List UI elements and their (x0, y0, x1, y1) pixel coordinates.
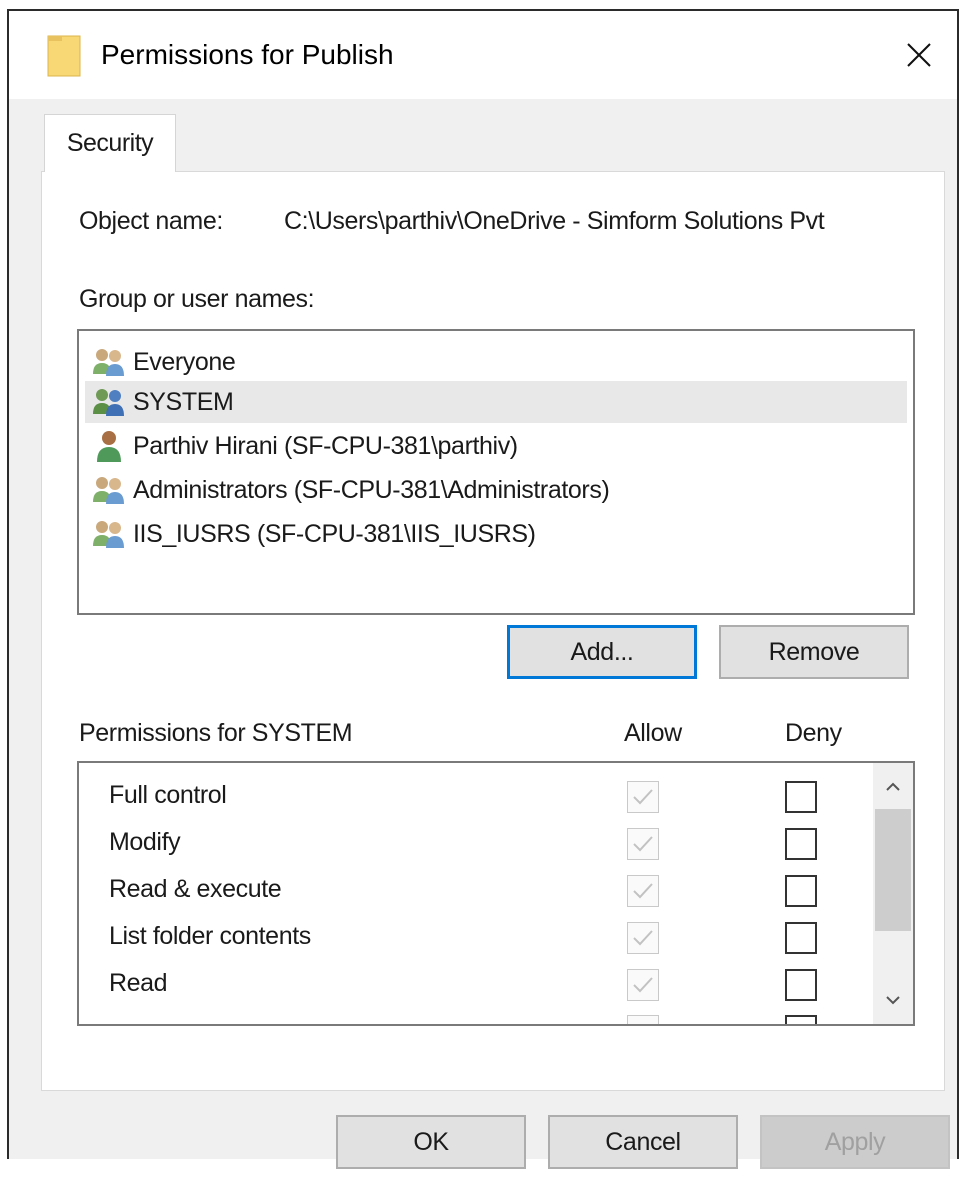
table-row: Full control (79, 775, 869, 821)
deny-header: Deny (785, 719, 842, 747)
table-row: Read & execute (79, 869, 869, 915)
list-item[interactable]: IIS_IUSRS (SF-CPU-381\IIS_IUSRS) (85, 513, 907, 555)
permissions-scrollbar[interactable] (873, 763, 913, 1024)
permissions-list[interactable]: Full control Modify Read & execute List … (77, 761, 915, 1026)
chevron-down-icon (886, 996, 900, 1005)
deny-checkbox[interactable] (785, 781, 817, 813)
close-icon (907, 43, 931, 67)
table-row: Read (79, 963, 869, 1009)
scroll-down-button[interactable] (873, 980, 913, 1020)
user-name: SYSTEM (133, 387, 234, 416)
check-icon (633, 789, 653, 805)
allow-checkbox (627, 828, 659, 860)
deny-checkbox[interactable] (785, 1015, 817, 1024)
permissions-dialog: Permissions for Publish Security Object … (7, 9, 959, 1169)
allow-checkbox (627, 969, 659, 1001)
scroll-thumb[interactable] (875, 809, 911, 931)
remove-button[interactable]: Remove (719, 625, 909, 679)
title-bar[interactable]: Permissions for Publish (9, 11, 957, 99)
permissions-for-label: Permissions for SYSTEM (79, 719, 353, 747)
allow-checkbox (627, 1015, 659, 1024)
permission-name: Full control (109, 781, 227, 809)
allow-header: Allow (624, 719, 682, 747)
add-button[interactable]: Add... (507, 625, 697, 679)
table-row: Modify (79, 822, 869, 868)
check-icon (633, 836, 653, 852)
list-item[interactable]: Administrators (SF-CPU-381\Administrator… (85, 469, 907, 511)
table-row-partial (79, 1009, 869, 1024)
list-item[interactable]: Parthiv Hirani (SF-CPU-381\parthiv) (85, 425, 907, 467)
deny-checkbox[interactable] (785, 969, 817, 1001)
allow-checkbox (627, 875, 659, 907)
chevron-up-icon (886, 782, 900, 791)
user-icon (97, 431, 121, 462)
object-name-label: Object name: (79, 207, 223, 235)
group-icon (93, 521, 124, 548)
user-name: IIS_IUSRS (SF-CPU-381\IIS_IUSRS) (133, 519, 536, 548)
allow-checkbox (627, 781, 659, 813)
list-item[interactable]: Everyone (85, 341, 907, 383)
user-name: Everyone (133, 347, 236, 376)
user-name: Parthiv Hirani (SF-CPU-381\parthiv) (133, 431, 518, 460)
group-icon (93, 477, 124, 504)
check-icon (633, 930, 653, 946)
group-or-user-names-label: Group or user names: (79, 285, 315, 313)
table-row: List folder contents (79, 916, 869, 962)
folder-icon (47, 33, 81, 82)
dialog-title: Permissions for Publish (101, 39, 394, 70)
permission-name: List folder contents (109, 922, 311, 950)
check-icon (633, 883, 653, 899)
check-icon (633, 977, 653, 993)
deny-checkbox[interactable] (785, 922, 817, 954)
tab-security[interactable]: Security (44, 114, 176, 172)
deny-checkbox[interactable] (785, 875, 817, 907)
close-button[interactable] (881, 11, 957, 99)
ok-button[interactable]: OK (336, 1115, 526, 1169)
user-name: Administrators (SF-CPU-381\Administrator… (133, 475, 610, 504)
group-icon (93, 389, 124, 416)
list-item[interactable]: SYSTEM (85, 381, 907, 423)
user-list[interactable]: Everyone SYSTEM Parthiv Hirani (SF-CPU-3… (77, 329, 915, 615)
scroll-up-button[interactable] (873, 767, 913, 807)
allow-checkbox (627, 922, 659, 954)
deny-checkbox[interactable] (785, 828, 817, 860)
permission-name: Read & execute (109, 875, 282, 903)
permission-name: Modify (109, 828, 181, 856)
object-name-value: C:\Users\parthiv\OneDrive - Simform Solu… (284, 207, 825, 235)
permission-name: Read (109, 969, 168, 997)
group-icon (93, 349, 124, 376)
cancel-button[interactable]: Cancel (548, 1115, 738, 1169)
apply-button[interactable]: Apply (760, 1115, 950, 1169)
